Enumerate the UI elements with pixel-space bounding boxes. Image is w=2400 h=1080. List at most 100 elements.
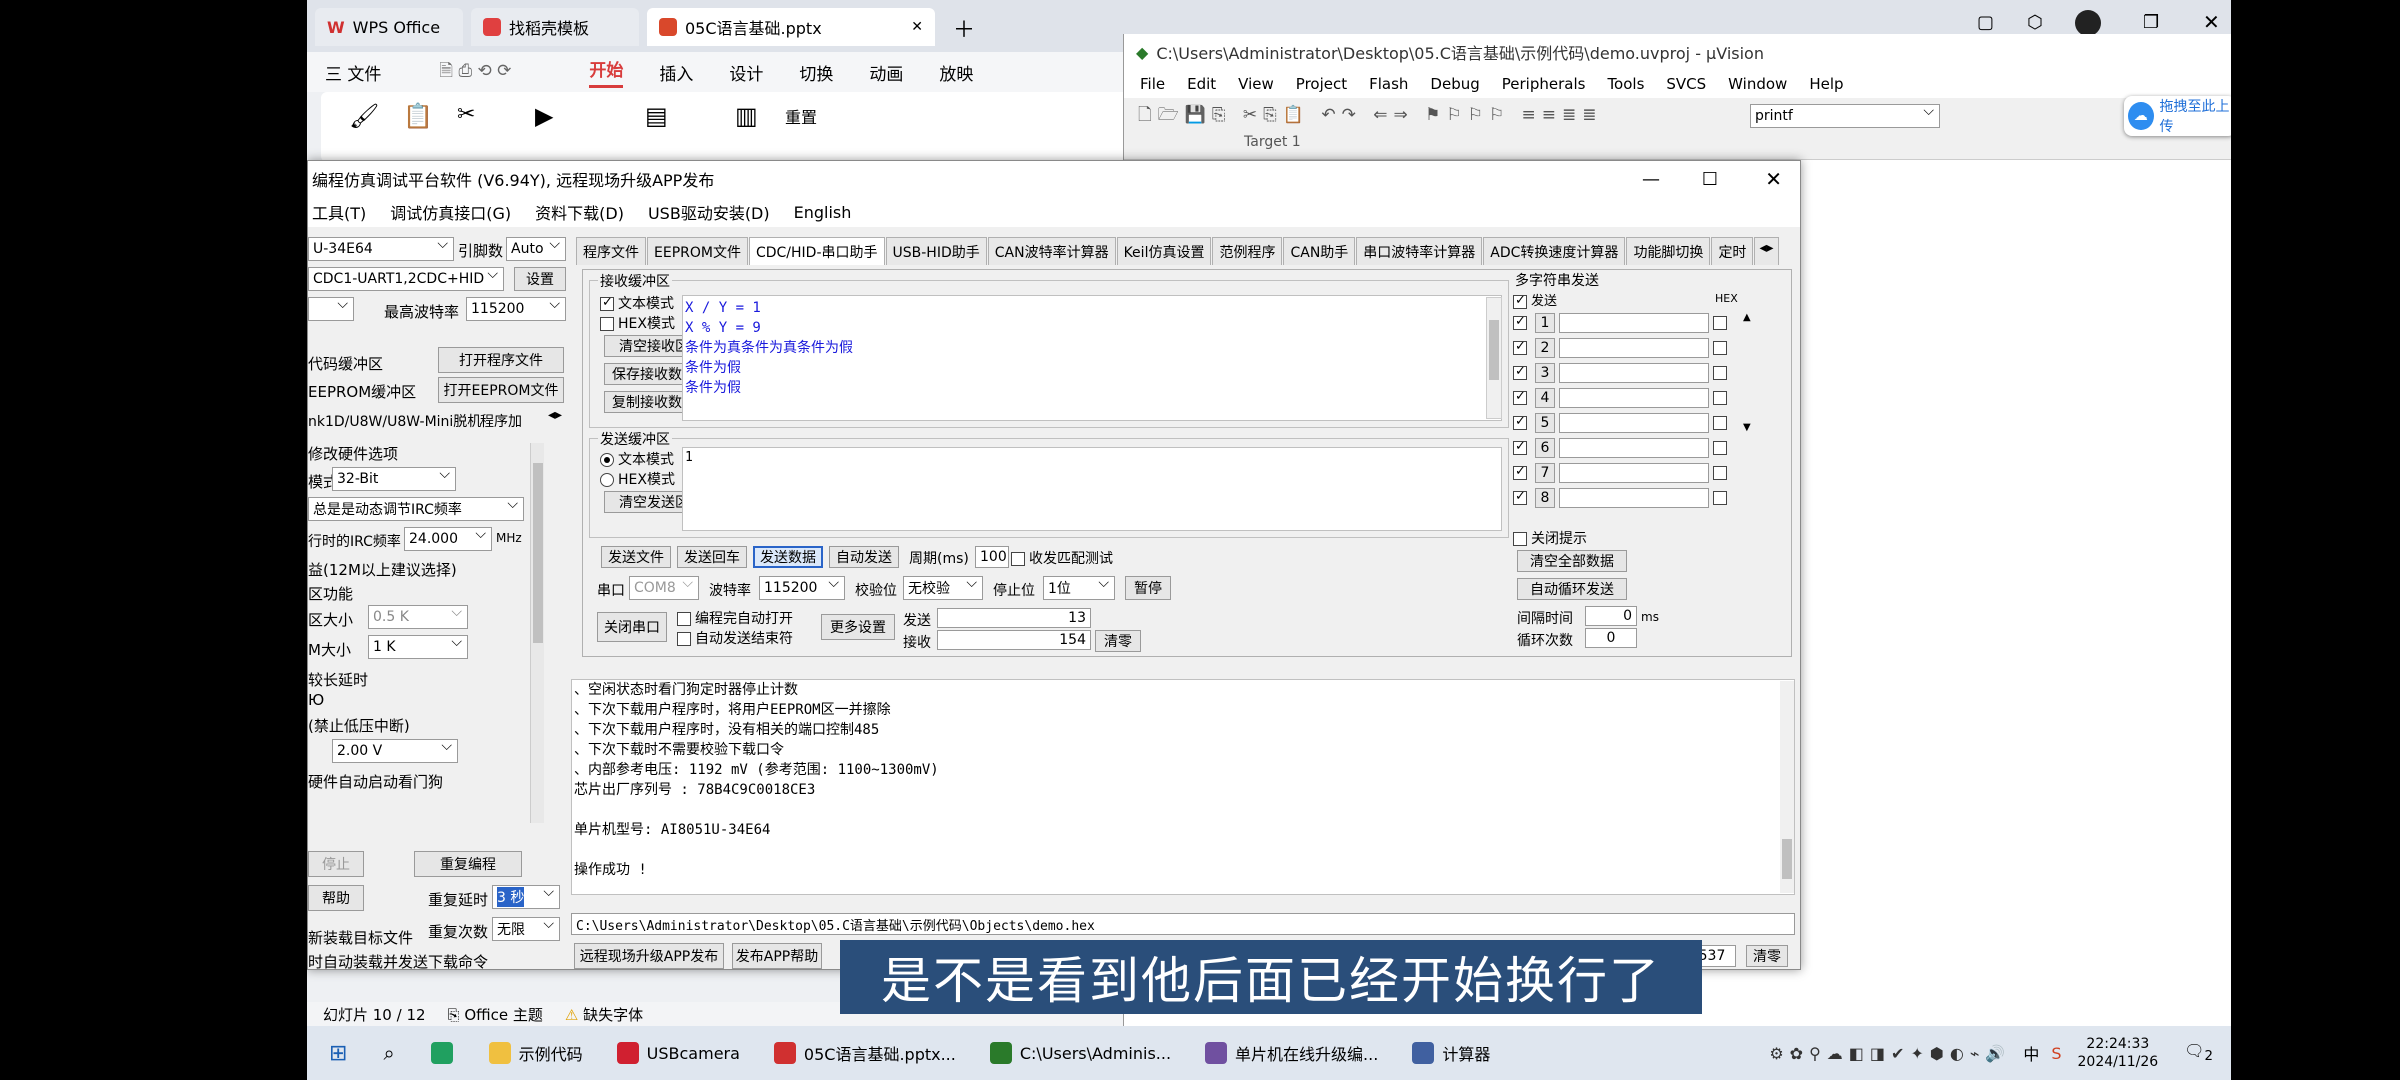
checkbox[interactable] <box>1513 464 1527 480</box>
send-hex-mode[interactable]: HEX模式 <box>600 469 675 489</box>
checkbox[interactable] <box>1513 314 1527 330</box>
tray-icons[interactable]: ⚙✿⚲☁◧◨✔✦⬢◐⌁🔊 <box>1769 1044 2011 1063</box>
auto-open-check[interactable]: 编程完自动打开 <box>677 608 793 628</box>
menu-animation[interactable]: 动画 <box>869 60 903 85</box>
pins-select[interactable]: Auto <box>506 236 566 261</box>
clear-count-button[interactable]: 清零 <box>1095 630 1141 652</box>
checkbox[interactable] <box>677 612 691 626</box>
row-send-button[interactable]: 6 <box>1535 438 1555 458</box>
row-send-button[interactable]: 3 <box>1535 363 1555 383</box>
checkbox[interactable] <box>1513 389 1527 405</box>
tab-templates[interactable]: 找稻壳模板 <box>471 8 639 46</box>
open-program-button[interactable]: 打开程序文件 <box>438 347 564 373</box>
row-input[interactable] <box>1559 413 1709 433</box>
avatar[interactable] <box>2075 10 2101 36</box>
more-settings-button[interactable]: 更多设置 <box>821 614 895 640</box>
restore-icon[interactable]: ❐ <box>2143 12 2159 33</box>
receive-scrollbar[interactable] <box>1486 297 1502 419</box>
stopbits-select[interactable]: 1位 <box>1043 575 1115 600</box>
auto-close-check[interactable]: 自动发送结束符 <box>677 628 793 648</box>
tab-can-assistant[interactable]: CAN助手 <box>1283 237 1356 265</box>
checkbox[interactable] <box>1513 339 1527 355</box>
pause-button[interactable]: 暂停 <box>1125 576 1171 600</box>
menu-file[interactable]: 三 文件 <box>325 60 381 85</box>
upload-badge[interactable]: ☁ 拖拽至此上传 <box>2124 96 2231 136</box>
text-mode-check[interactable]: 文本模式 <box>600 293 674 313</box>
format-painter-icon[interactable]: 🖌 <box>349 102 379 130</box>
minimize-icon[interactable]: — <box>1642 169 1660 190</box>
menu-view[interactable]: View <box>1238 75 1274 93</box>
radio[interactable] <box>600 453 614 467</box>
menu-design[interactable]: 设计 <box>729 60 763 85</box>
program-tab[interactable]: 程序加 <box>480 411 522 431</box>
menu-tools[interactable]: 工具(T) <box>312 200 366 224</box>
menu-peripherals[interactable]: Peripherals <box>1502 75 1586 93</box>
irc-select[interactable]: 24.000 <box>404 526 492 551</box>
radio[interactable] <box>600 473 614 487</box>
tab-scroll-icon[interactable]: ◂▸ <box>1754 237 1779 265</box>
checkbox[interactable] <box>1513 532 1527 546</box>
reprogram-button[interactable]: 重复编程 <box>414 851 522 877</box>
layout-icon[interactable]: ▢ <box>1977 12 1994 33</box>
paste-icon[interactable]: 📋 <box>403 102 433 130</box>
checkbox[interactable] <box>1011 552 1025 566</box>
remote-upgrade-button[interactable]: 远程现场升级APP发布 <box>574 943 724 969</box>
cdc-select[interactable]: CDC1-UART1,2CDC+HID <box>308 266 504 291</box>
row-hex-checkbox[interactable] <box>1713 316 1727 330</box>
cube-icon[interactable]: ⬡ <box>2027 12 2043 33</box>
help-button[interactable]: 帮助 <box>308 885 364 911</box>
row-input[interactable] <box>1559 363 1709 383</box>
log-scrollbar[interactable] <box>1780 681 1794 893</box>
multi-scrollbar[interactable]: ▲ ▼ <box>1743 312 1757 504</box>
menu-debug-interface[interactable]: 调试仿真接口(G) <box>390 200 511 224</box>
tab-program-file[interactable]: 程序文件 <box>576 237 646 265</box>
send-text-mode[interactable]: 文本模式 <box>600 449 674 469</box>
send-enter-button[interactable]: 发送回车 <box>677 546 747 568</box>
menu-home[interactable]: 开始 <box>589 56 624 88</box>
row-hex-checkbox[interactable] <box>1713 466 1727 480</box>
tab-pptx[interactable]: 05C语言基础.pptx ✕ <box>647 8 935 46</box>
cut-icon[interactable]: ✂ <box>457 102 475 127</box>
mode-select[interactable]: 32-Bit <box>332 466 456 491</box>
send-textarea[interactable]: 1 <box>682 447 1502 531</box>
checkbox[interactable] <box>1513 293 1527 309</box>
row-input[interactable] <box>1559 438 1709 458</box>
output-log[interactable]: 、空闲状态时看门狗定时器停止计数 、下次下载用户程序时，将用户EEPROM区一并擦… <box>571 679 1795 895</box>
maximize-icon[interactable]: ☐ <box>1702 169 1718 190</box>
menu-help[interactable]: Help <box>1809 75 1843 93</box>
row-send-button[interactable]: 8 <box>1535 488 1555 508</box>
menu-usb-driver[interactable]: USB驱动安装(D) <box>648 200 770 224</box>
tab-wps-office[interactable]: W WPS Office <box>315 8 463 46</box>
row-send-button[interactable]: 2 <box>1535 338 1555 358</box>
row-send-button[interactable]: 1 <box>1535 313 1555 333</box>
layout-icon[interactable]: ▥ <box>735 102 758 130</box>
row-hex-checkbox[interactable] <box>1713 341 1727 355</box>
row-hex-checkbox[interactable] <box>1713 441 1727 455</box>
auto-send-button[interactable]: 自动发送 <box>829 546 899 568</box>
period-input[interactable]: 100 <box>975 546 1009 568</box>
stop-button[interactable]: 停止 <box>308 851 364 877</box>
new-slide-icon[interactable]: ▤ <box>645 102 668 130</box>
close-port-button[interactable]: 关闭串口 <box>597 612 667 642</box>
taskbar-item-folder[interactable]: 示例代码 <box>488 1041 583 1065</box>
checkbox[interactable] <box>1513 364 1527 380</box>
row-input[interactable] <box>1559 313 1709 333</box>
count-select[interactable]: 无限 <box>492 916 560 941</box>
menu-file[interactable]: File <box>1140 75 1165 93</box>
search-icon[interactable]: ⌕ <box>383 1041 394 1065</box>
font-status[interactable]: ⚠ 缺失字体 <box>565 1004 643 1025</box>
open-eeprom-button[interactable]: 打开EEPROM文件 <box>438 377 564 403</box>
auto-loop-button[interactable]: 自动循环发送 <box>1517 578 1627 600</box>
theme-status[interactable]: ⎘ Office 主题 <box>448 1004 543 1025</box>
hex-path-field[interactable]: C:\Users\Administrator\Desktop\05.C语言基础\… <box>571 913 1795 935</box>
row-hex-checkbox[interactable] <box>1713 391 1727 405</box>
menu-window[interactable]: Window <box>1728 75 1787 93</box>
delay-select[interactable]: 3 秒 <box>492 884 560 909</box>
voltage-select[interactable]: 2.00 V <box>332 738 458 763</box>
menu-flash[interactable]: Flash <box>1369 75 1408 93</box>
taskbar-item-stc[interactable]: 单片机在线升级编... <box>1205 1041 1378 1065</box>
hex-mode-check[interactable]: HEX模式 <box>600 313 675 333</box>
row-input[interactable] <box>1559 488 1709 508</box>
menu-debug[interactable]: Debug <box>1430 75 1479 93</box>
setup-button[interactable]: 设置 <box>514 267 566 291</box>
